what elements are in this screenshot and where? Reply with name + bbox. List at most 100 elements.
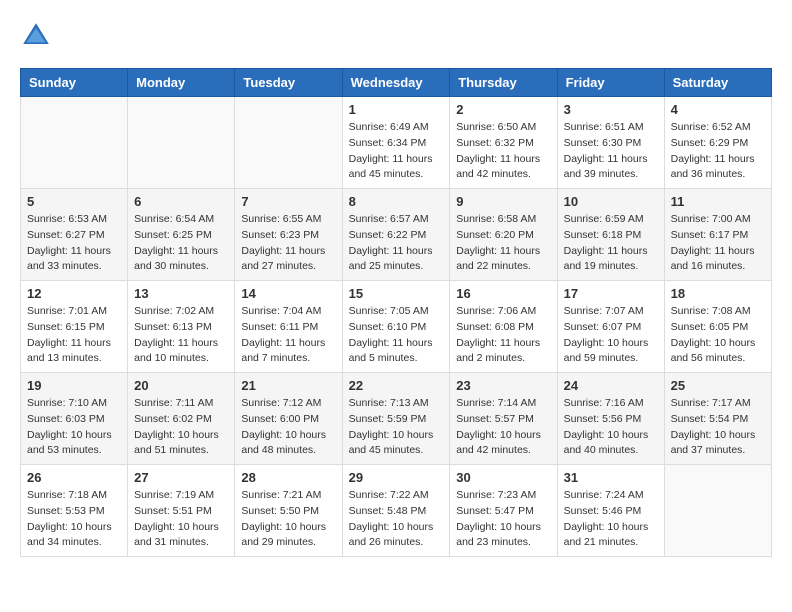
day-number: 17 — [564, 286, 658, 301]
day-number: 27 — [134, 470, 228, 485]
day-info: Sunrise: 7:02 AM Sunset: 6:13 PM Dayligh… — [134, 304, 228, 367]
day-number: 24 — [564, 378, 658, 393]
day-number: 31 — [564, 470, 658, 485]
weekday-header: Tuesday — [235, 69, 342, 97]
day-number: 10 — [564, 194, 658, 209]
day-number: 4 — [671, 102, 765, 117]
day-info: Sunrise: 6:59 AM Sunset: 6:18 PM Dayligh… — [564, 212, 658, 275]
weekday-header: Thursday — [450, 69, 557, 97]
day-info: Sunrise: 7:17 AM Sunset: 5:54 PM Dayligh… — [671, 396, 765, 459]
day-info: Sunrise: 6:58 AM Sunset: 6:20 PM Dayligh… — [456, 212, 550, 275]
day-info: Sunrise: 7:16 AM Sunset: 5:56 PM Dayligh… — [564, 396, 658, 459]
calendar-cell: 6 Sunrise: 6:54 AM Sunset: 6:25 PM Daylig… — [128, 189, 235, 281]
calendar-cell: 7 Sunrise: 6:55 AM Sunset: 6:23 PM Daylig… — [235, 189, 342, 281]
logo-icon — [20, 20, 52, 52]
day-info: Sunrise: 6:52 AM Sunset: 6:29 PM Dayligh… — [671, 120, 765, 183]
day-info: Sunrise: 7:22 AM Sunset: 5:48 PM Dayligh… — [349, 488, 444, 551]
day-number: 12 — [27, 286, 121, 301]
calendar-cell — [664, 465, 771, 557]
calendar-cell: 13 Sunrise: 7:02 AM Sunset: 6:13 PM Dayli… — [128, 281, 235, 373]
page-header — [20, 20, 772, 52]
logo — [20, 20, 56, 52]
calendar-cell: 14 Sunrise: 7:04 AM Sunset: 6:11 PM Dayli… — [235, 281, 342, 373]
calendar-cell: 2Sunrise: 6:50 AM Sunset: 6:32 PM Daylig… — [450, 97, 557, 189]
day-number: 6 — [134, 194, 228, 209]
day-info: Sunrise: 6:53 AM Sunset: 6:27 PM Dayligh… — [27, 212, 121, 275]
day-info: Sunrise: 7:01 AM Sunset: 6:15 PM Dayligh… — [27, 304, 121, 367]
calendar-cell: 22Sunrise: 7:13 AM Sunset: 5:59 PM Dayli… — [342, 373, 450, 465]
day-info: Sunrise: 7:23 AM Sunset: 5:47 PM Dayligh… — [456, 488, 550, 551]
day-info: Sunrise: 7:12 AM Sunset: 6:00 PM Dayligh… — [241, 396, 335, 459]
day-number: 15 — [349, 286, 444, 301]
calendar-cell: 16 Sunrise: 7:06 AM Sunset: 6:08 PM Dayli… — [450, 281, 557, 373]
calendar-cell: 3 Sunrise: 6:51 AM Sunset: 6:30 PM Daylig… — [557, 97, 664, 189]
calendar-cell: 10 Sunrise: 6:59 AM Sunset: 6:18 PM Dayli… — [557, 189, 664, 281]
weekday-header: Sunday — [21, 69, 128, 97]
day-number: 5 — [27, 194, 121, 209]
day-info: Sunrise: 6:49 AM Sunset: 6:34 PM Dayligh… — [349, 120, 444, 183]
day-info: Sunrise: 6:54 AM Sunset: 6:25 PM Dayligh… — [134, 212, 228, 275]
calendar-week-row: 1Sunrise: 6:49 AM Sunset: 6:34 PM Daylig… — [21, 97, 772, 189]
day-number: 16 — [456, 286, 550, 301]
day-info: Sunrise: 7:21 AM Sunset: 5:50 PM Dayligh… — [241, 488, 335, 551]
weekday-header: Wednesday — [342, 69, 450, 97]
day-number: 19 — [27, 378, 121, 393]
calendar-cell: 29Sunrise: 7:22 AM Sunset: 5:48 PM Dayli… — [342, 465, 450, 557]
day-info: Sunrise: 6:57 AM Sunset: 6:22 PM Dayligh… — [349, 212, 444, 275]
day-number: 7 — [241, 194, 335, 209]
calendar-cell: 24 Sunrise: 7:16 AM Sunset: 5:56 PM Dayli… — [557, 373, 664, 465]
day-info: Sunrise: 7:13 AM Sunset: 5:59 PM Dayligh… — [349, 396, 444, 459]
day-info: Sunrise: 7:19 AM Sunset: 5:51 PM Dayligh… — [134, 488, 228, 551]
calendar-cell: 4 Sunrise: 6:52 AM Sunset: 6:29 PM Daylig… — [664, 97, 771, 189]
day-info: Sunrise: 7:11 AM Sunset: 6:02 PM Dayligh… — [134, 396, 228, 459]
day-info: Sunrise: 7:18 AM Sunset: 5:53 PM Dayligh… — [27, 488, 121, 551]
day-number: 18 — [671, 286, 765, 301]
day-info: Sunrise: 7:00 AM Sunset: 6:17 PM Dayligh… — [671, 212, 765, 275]
day-info: Sunrise: 7:05 AM Sunset: 6:10 PM Dayligh… — [349, 304, 444, 367]
calendar-cell — [21, 97, 128, 189]
calendar-cell: 25 Sunrise: 7:17 AM Sunset: 5:54 PM Dayli… — [664, 373, 771, 465]
calendar-cell — [128, 97, 235, 189]
day-number: 23 — [456, 378, 550, 393]
day-info: Sunrise: 7:10 AM Sunset: 6:03 PM Dayligh… — [27, 396, 121, 459]
day-number: 3 — [564, 102, 658, 117]
calendar-week-row: 5 Sunrise: 6:53 AM Sunset: 6:27 PM Daylig… — [21, 189, 772, 281]
day-number: 8 — [349, 194, 444, 209]
calendar-week-row: 19 Sunrise: 7:10 AM Sunset: 6:03 PM Dayli… — [21, 373, 772, 465]
calendar-cell: 20 Sunrise: 7:11 AM Sunset: 6:02 PM Dayli… — [128, 373, 235, 465]
calendar-cell: 15 Sunrise: 7:05 AM Sunset: 6:10 PM Dayli… — [342, 281, 450, 373]
day-info: Sunrise: 7:04 AM Sunset: 6:11 PM Dayligh… — [241, 304, 335, 367]
weekday-header: Saturday — [664, 69, 771, 97]
day-info: Sunrise: 7:24 AM Sunset: 5:46 PM Dayligh… — [564, 488, 658, 551]
day-number: 13 — [134, 286, 228, 301]
day-number: 25 — [671, 378, 765, 393]
weekday-header: Monday — [128, 69, 235, 97]
day-number: 14 — [241, 286, 335, 301]
calendar-cell: 19 Sunrise: 7:10 AM Sunset: 6:03 PM Dayli… — [21, 373, 128, 465]
day-number: 9 — [456, 194, 550, 209]
day-info: Sunrise: 7:08 AM Sunset: 6:05 PM Dayligh… — [671, 304, 765, 367]
day-info: Sunrise: 6:55 AM Sunset: 6:23 PM Dayligh… — [241, 212, 335, 275]
calendar-cell: 31 Sunrise: 7:24 AM Sunset: 5:46 PM Dayli… — [557, 465, 664, 557]
calendar-cell: 27 Sunrise: 7:19 AM Sunset: 5:51 PM Dayli… — [128, 465, 235, 557]
calendar-cell: 8 Sunrise: 6:57 AM Sunset: 6:22 PM Daylig… — [342, 189, 450, 281]
day-info: Sunrise: 7:06 AM Sunset: 6:08 PM Dayligh… — [456, 304, 550, 367]
calendar-cell: 17Sunrise: 7:07 AM Sunset: 6:07 PM Dayli… — [557, 281, 664, 373]
day-number: 30 — [456, 470, 550, 485]
day-number: 20 — [134, 378, 228, 393]
day-info: Sunrise: 6:51 AM Sunset: 6:30 PM Dayligh… — [564, 120, 658, 183]
calendar-cell: 12 Sunrise: 7:01 AM Sunset: 6:15 PM Dayli… — [21, 281, 128, 373]
calendar-cell: 11Sunrise: 7:00 AM Sunset: 6:17 PM Dayli… — [664, 189, 771, 281]
calendar-table: SundayMondayTuesdayWednesdayThursdayFrid… — [20, 68, 772, 557]
day-number: 28 — [241, 470, 335, 485]
day-info: Sunrise: 7:14 AM Sunset: 5:57 PM Dayligh… — [456, 396, 550, 459]
calendar-cell: 28 Sunrise: 7:21 AM Sunset: 5:50 PM Dayli… — [235, 465, 342, 557]
header-row: SundayMondayTuesdayWednesdayThursdayFrid… — [21, 69, 772, 97]
calendar-week-row: 12 Sunrise: 7:01 AM Sunset: 6:15 PM Dayli… — [21, 281, 772, 373]
calendar-cell: 23 Sunrise: 7:14 AM Sunset: 5:57 PM Dayli… — [450, 373, 557, 465]
calendar-cell: 30 Sunrise: 7:23 AM Sunset: 5:47 PM Dayli… — [450, 465, 557, 557]
calendar-cell: 18 Sunrise: 7:08 AM Sunset: 6:05 PM Dayli… — [664, 281, 771, 373]
day-number: 26 — [27, 470, 121, 485]
calendar-cell: 9 Sunrise: 6:58 AM Sunset: 6:20 PM Daylig… — [450, 189, 557, 281]
calendar-cell: 26 Sunrise: 7:18 AM Sunset: 5:53 PM Dayli… — [21, 465, 128, 557]
